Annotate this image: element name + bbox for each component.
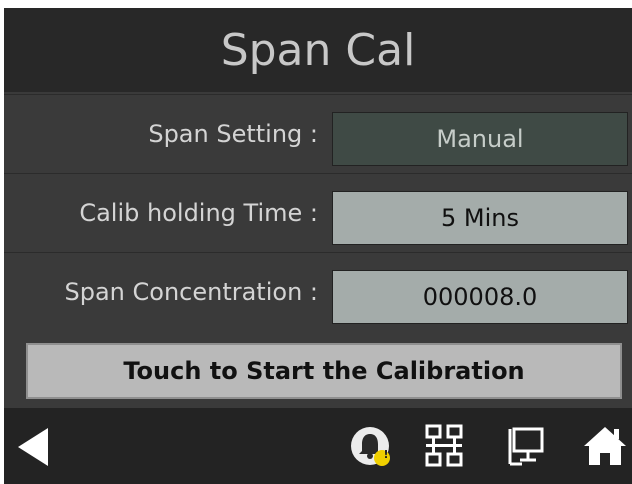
start-calibration-button[interactable]: Touch to Start the Calibration [26, 343, 622, 399]
network-icon[interactable] [424, 424, 464, 468]
page-title: Span Cal [4, 8, 632, 92]
calib-holding-time-field[interactable]: 5 Mins [332, 191, 628, 245]
calib-holding-time-row: Calib holding Time : 5 Mins [4, 173, 632, 252]
span-concentration-label: Span Concentration : [64, 278, 318, 306]
home-icon[interactable] [582, 424, 628, 468]
back-icon[interactable] [16, 426, 50, 468]
span-concentration-field[interactable]: 000008.0 [332, 270, 628, 324]
bottom-nav-bar: ! [4, 408, 632, 484]
monitor-icon[interactable] [506, 426, 546, 468]
alarm-badge: ! [383, 448, 389, 461]
span-setting-row: Span Setting : Manual [4, 94, 632, 173]
calib-holding-time-label: Calib holding Time : [79, 199, 318, 227]
span-setting-field[interactable]: Manual [332, 112, 628, 166]
span-concentration-row: Span Concentration : 000008.0 [4, 252, 632, 331]
screen: Span Cal Span Setting : Manual Calib hol… [4, 8, 632, 484]
span-setting-label: Span Setting : [148, 120, 318, 148]
